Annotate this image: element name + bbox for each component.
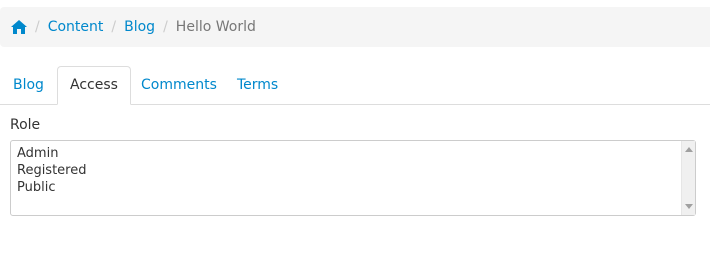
role-options-list: Admin Registered Public <box>17 145 87 196</box>
breadcrumb-separator: / <box>163 19 168 35</box>
role-multiselect[interactable]: Admin Registered Public <box>10 140 696 216</box>
tab-access[interactable]: Access <box>57 66 131 105</box>
scroll-up-arrow-icon[interactable] <box>685 147 693 152</box>
tab-comments[interactable]: Comments <box>129 66 229 104</box>
tab-terms[interactable]: Terms <box>225 66 290 104</box>
tab-blog[interactable]: Blog <box>1 66 56 104</box>
role-option-admin[interactable]: Admin <box>17 145 87 162</box>
scroll-down-arrow-icon[interactable] <box>685 204 693 209</box>
home-icon[interactable] <box>11 20 27 34</box>
role-option-registered[interactable]: Registered <box>17 162 87 179</box>
tab-bar: Blog Access Comments Terms <box>0 66 710 105</box>
breadcrumb: / Content / Blog / Hello World <box>0 7 710 47</box>
breadcrumb-link-content[interactable]: Content <box>48 19 104 35</box>
role-scrollbar[interactable] <box>681 141 695 215</box>
role-label: Role <box>10 117 41 133</box>
breadcrumb-separator: / <box>111 19 117 35</box>
breadcrumb-separator: / <box>35 19 40 35</box>
breadcrumb-current: Hello World <box>175 19 256 35</box>
role-option-public[interactable]: Public <box>17 179 87 196</box>
breadcrumb-link-blog[interactable]: Blog <box>124 19 155 35</box>
